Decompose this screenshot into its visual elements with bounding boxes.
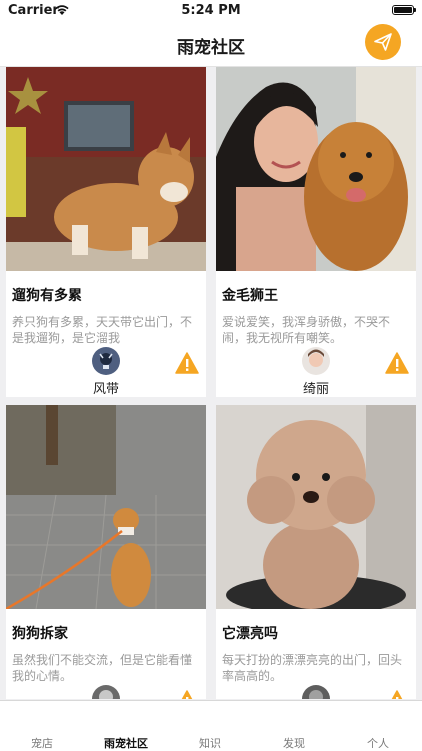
clock: 5:24 PM <box>181 3 241 18</box>
tab-bar: 宠店 雨宠社区 知识 发现 个人 <box>0 700 422 751</box>
author-name: 绮丽 <box>302 382 329 397</box>
warning-icon[interactable] <box>385 690 409 699</box>
post-title: 它漂亮吗 <box>222 626 278 642</box>
tab-discover[interactable]: 发现 <box>252 735 336 751</box>
post-title: 金毛狮王 <box>222 288 278 304</box>
post-description: 每天打扮的漂漂亮亮的出门，回头率高高的。 <box>222 653 403 683</box>
corgi-photo <box>6 67 206 271</box>
post-button[interactable] <box>365 24 401 60</box>
tab-profile[interactable]: 个人 <box>336 735 420 751</box>
avatar[interactable] <box>302 685 330 699</box>
warning-icon[interactable] <box>175 690 199 699</box>
post-title: 狗狗拆家 <box>12 626 68 642</box>
post-card[interactable]: 它漂亮吗 每天打扮的漂漂亮亮的出门，回头率高高的。 <box>216 405 416 699</box>
dog-on-leash-photo <box>6 405 206 609</box>
post-card[interactable]: 金毛狮王 爱说爱笑，我浑身骄傲，不哭不闹，我无视所有嘲笑。 绮丽 <box>216 67 416 397</box>
post-card[interactable]: 狗狗拆家 虽然我们不能交流，但是它能看懂我的心情。 <box>6 405 206 699</box>
post-grid: 遛狗有多累 养只狗有多累，天天带它出门，不是我遛狗，是它溜我 风带 金毛狮王 爱… <box>0 67 422 699</box>
avatar[interactable] <box>302 347 330 375</box>
warning-icon[interactable] <box>385 352 409 374</box>
post-description: 虽然我们不能交流，但是它能看懂我的心情。 <box>12 653 193 683</box>
status-bar: Carrier 5:24 PM <box>0 0 422 22</box>
post-title: 遛狗有多累 <box>12 288 82 304</box>
warning-icon[interactable] <box>175 352 199 374</box>
avatar[interactable] <box>92 347 120 375</box>
page-title: 雨宠社区 <box>177 38 245 58</box>
tab-knowledge[interactable]: 知识 <box>168 735 252 751</box>
poodle-photo <box>216 405 416 609</box>
tab-pet-shop[interactable]: 宠店 <box>0 735 84 751</box>
post-card[interactable]: 遛狗有多累 养只狗有多累，天天带它出门，不是我遛狗，是它溜我 风带 <box>6 67 206 397</box>
paper-plane-icon <box>374 33 392 51</box>
golden-retriever-photo <box>216 67 416 271</box>
author-name: 风带 <box>92 382 119 397</box>
battery-icon <box>392 5 416 15</box>
post-description: 爱说爱笑，我浑身骄傲，不哭不闹，我无视所有嘲笑。 <box>222 315 391 345</box>
nav-bar: 雨宠社区 <box>0 22 422 67</box>
post-description: 养只狗有多累，天天带它出门，不是我遛狗，是它溜我 <box>12 315 193 345</box>
tab-community[interactable]: 雨宠社区 <box>84 735 168 751</box>
avatar[interactable] <box>92 685 120 699</box>
